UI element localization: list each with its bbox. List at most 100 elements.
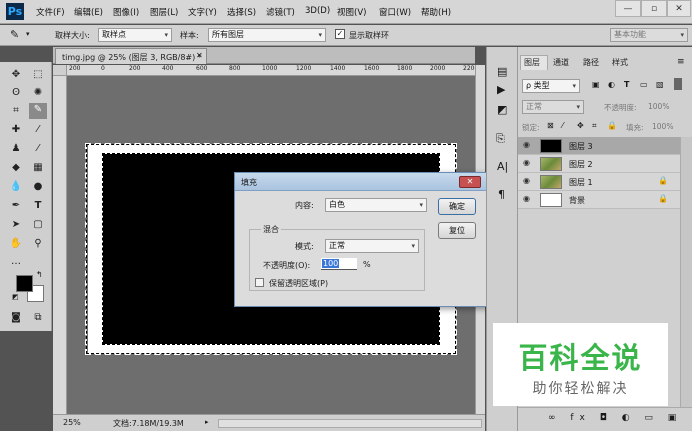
document-tab[interactable]: timg.jpg @ 25% (图层 3, RGB/8#) * ✕ [55, 48, 207, 64]
layer-row-1[interactable]: ◉ 图层 1 🔒 [518, 173, 680, 191]
lock-transparent-icon[interactable]: ⊠ [547, 121, 554, 130]
dodge-tool-icon[interactable]: ● [31, 180, 45, 194]
eraser-tool-icon[interactable]: ◆ [9, 161, 23, 175]
history-brush-tool-icon[interactable]: ⁄ [31, 142, 45, 156]
tab-styles[interactable]: 样式 [612, 57, 628, 68]
layer-opacity-value[interactable]: 100% [648, 102, 669, 111]
move-tool-icon[interactable]: ✥ [9, 68, 23, 82]
menu-help[interactable]: 帮助(H) [421, 6, 451, 18]
filter-toggle[interactable] [674, 78, 682, 90]
menu-file[interactable]: 文件(F) [36, 6, 65, 18]
preserve-transparency-checkbox[interactable] [255, 278, 264, 287]
minimize-button[interactable]: — [615, 0, 641, 17]
layers-scrollbar[interactable] [680, 137, 692, 407]
reset-button[interactable]: 复位 [438, 222, 476, 239]
zoom-tool-icon[interactable]: ⚲ [31, 237, 45, 251]
dialog-close-button[interactable]: ✕ [459, 176, 481, 188]
menu-edit[interactable]: 编辑(E) [74, 6, 103, 18]
filter-adjustment-icon[interactable]: ◐ [608, 80, 615, 89]
hand-tool-icon[interactable]: ✋ [9, 237, 23, 251]
foreground-color-swatch-top[interactable] [16, 275, 33, 292]
marquee-tool-icon[interactable]: ⬚ [31, 68, 45, 82]
quick-select-tool-icon[interactable]: ✺ [31, 86, 45, 100]
gradient-tool-icon[interactable]: ▦ [31, 161, 45, 175]
workspace-value: 基本功能 [614, 30, 646, 39]
fill-value[interactable]: 100% [652, 122, 673, 131]
menu-select[interactable]: 选择(S) [227, 6, 256, 18]
horizontal-ruler[interactable]: 200 0 200 400 600 800 1000 1200 1400 160… [67, 65, 478, 76]
filter-smart-icon[interactable]: ▧ [656, 80, 664, 89]
document-info[interactable]: 文档:7.18M/19.3M [113, 418, 184, 429]
quick-mask-icon[interactable]: ◙ [9, 311, 23, 325]
tab-channels[interactable]: 通道 [553, 57, 569, 68]
menu-window[interactable]: 窗口(W) [379, 6, 411, 18]
brush-tool-icon[interactable]: ⁄ [31, 123, 45, 137]
ruler-corner [53, 65, 67, 76]
tab-paths[interactable]: 路径 [583, 57, 599, 68]
menu-layer[interactable]: 图层(L) [150, 6, 178, 18]
close-window-button[interactable]: ✕ [667, 0, 691, 17]
eyedropper-icon[interactable]: ✎ [10, 28, 19, 41]
blur-tool-icon[interactable]: 💧 [9, 180, 23, 194]
shape-tool-icon[interactable]: ▢ [31, 218, 45, 232]
paragraph-panel-icon[interactable]: ¶ [498, 188, 505, 201]
show-ring-checkbox[interactable]: ✓ [335, 29, 345, 39]
pen-tool-icon[interactable]: ✒ [9, 199, 23, 213]
properties-panel-icon[interactable]: ◩ [497, 103, 507, 116]
path-select-tool-icon[interactable]: ➤ [9, 218, 23, 232]
history-panel-icon[interactable]: ▤ [497, 65, 507, 78]
sample-select[interactable]: 所有图层 ▾ [208, 28, 326, 42]
crop-tool-icon[interactable]: ⌗ [9, 104, 23, 118]
restore-button[interactable]: ▫ [641, 0, 667, 17]
layer-action-icons[interactable]: ∞ fx ◘ ◐ ▭ ▣ 🗑 [548, 413, 692, 423]
eye-icon[interactable]: ◉ [523, 176, 530, 185]
lasso-tool-icon[interactable]: ʘ [9, 86, 23, 100]
opacity-input[interactable]: 100 [321, 258, 357, 270]
lock-all-icon[interactable]: 🔒 [607, 121, 617, 130]
screen-mode-icon[interactable]: ⧉ [31, 311, 45, 325]
eye-icon[interactable]: ◉ [523, 140, 530, 149]
filter-shape-icon[interactable]: ▭ [640, 80, 648, 89]
sample-size-select[interactable]: 取样点 ▾ [98, 28, 172, 42]
menu-filter[interactable]: 滤镜(T) [266, 6, 295, 18]
filter-pixel-icon[interactable]: ▣ [592, 80, 600, 89]
lock-brush-icon[interactable]: ⁄ [562, 121, 563, 130]
more-tools-icon[interactable]: … [9, 255, 23, 269]
clone-source-panel-icon[interactable]: ⎘ [496, 132, 505, 146]
ok-button[interactable]: 确定 [438, 198, 476, 215]
eye-icon[interactable]: ◉ [523, 194, 530, 203]
panel-menu-icon[interactable]: ≡ [677, 57, 685, 67]
default-colors-icon[interactable]: ◩ [12, 293, 19, 301]
vertical-ruler[interactable] [53, 76, 67, 414]
swap-colors-icon[interactable]: ↰ [36, 270, 43, 279]
eyedropper-tool-icon[interactable]: ✎ [29, 103, 47, 119]
menu-3d[interactable]: 3D(D) [305, 6, 330, 16]
eye-icon[interactable]: ◉ [523, 158, 530, 167]
layer-kind-filter[interactable]: ρ 类型 ▾ [522, 79, 580, 93]
horizontal-scrollbar[interactable] [218, 419, 482, 428]
layer-row-3[interactable]: ◉ 图层 3 [518, 137, 680, 155]
lock-move-icon[interactable]: ✥ [577, 121, 584, 130]
close-tab-icon[interactable]: ✕ [196, 51, 203, 60]
content-select[interactable]: 白色 ▾ [325, 198, 427, 212]
character-panel-icon[interactable]: A| [497, 160, 508, 173]
actions-panel-icon[interactable]: ▶ [497, 83, 505, 96]
menu-type[interactable]: 文字(Y) [188, 6, 217, 18]
menu-view[interactable]: 视图(V) [337, 6, 366, 18]
menu-image[interactable]: 图像(I) [113, 6, 139, 18]
dialog-titlebar[interactable]: 填充 ✕ [235, 173, 487, 191]
layer-blend-mode-select[interactable]: 正常 ▾ [522, 100, 584, 114]
workspace-select[interactable]: 基本功能 ▾ [610, 28, 688, 42]
mode-select[interactable]: 正常 ▾ [325, 239, 419, 253]
layer-row-2[interactable]: ◉ 图层 2 [518, 155, 680, 173]
zoom-level[interactable]: 25% [63, 418, 81, 427]
type-tool-icon[interactable]: T [31, 199, 45, 213]
options-bar: ✎ ▾ 取样大小: 取样点 ▾ 样本: 所有图层 ▾ ✓ 显示取样环 基本功能 ▾ [0, 25, 692, 46]
layer-row-background[interactable]: ◉ 背景 🔒 [518, 191, 680, 209]
chevron-down-icon[interactable]: ▾ [26, 30, 30, 38]
filter-type-icon[interactable]: T [624, 80, 629, 89]
lock-artboard-icon[interactable]: ⌗ [592, 121, 597, 131]
stamp-tool-icon[interactable]: ♟ [9, 142, 23, 156]
chevron-right-icon[interactable]: ▸ [205, 418, 209, 426]
healing-tool-icon[interactable]: ✚ [9, 123, 23, 137]
